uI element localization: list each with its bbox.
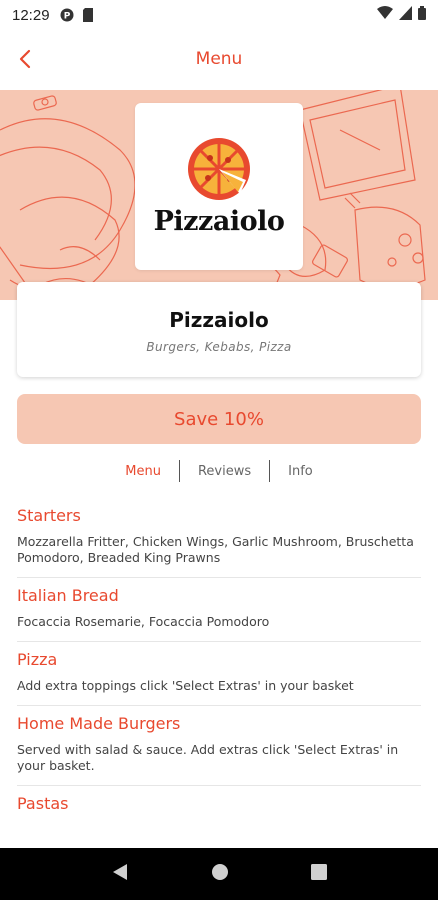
logo-wordmark: Pizzaiolo [153,206,285,237]
pizza-logo-icon [188,138,250,200]
tab-menu[interactable]: Menu [107,464,179,479]
category-title: Starters [17,506,81,525]
sd-card-icon [82,8,96,22]
back-button[interactable] [10,44,40,74]
menu-category-list: Starters Mozzarella Fritter, Chicken Win… [17,498,421,833]
app-header: Menu [0,38,438,80]
menu-category-pastas[interactable]: Pastas [17,786,421,833]
category-description: Mozzarella Fritter, Chicken Wings, Garli… [17,534,414,565]
category-title: Pizza [17,650,58,669]
wifi-icon [377,6,393,24]
battery-icon [418,6,426,24]
nav-home-icon[interactable] [211,863,229,885]
category-description: Add extra toppings click 'Select Extras'… [17,678,354,693]
status-bar: 12:29 P [0,0,438,30]
category-description: Served with salad & sauce. Add extras cl… [17,742,399,773]
tab-info[interactable]: Info [270,464,331,479]
menu-category-pizza[interactable]: Pizza Add extra toppings click 'Select E… [17,642,421,706]
status-time: 12:29 [12,6,50,24]
signal-icon [399,6,412,24]
save-discount-button[interactable]: Save 10% [17,394,421,444]
restaurant-name: Pizzaiolo [169,308,269,332]
nav-back-icon[interactable] [111,862,129,886]
tab-bar: Menu Reviews Info [0,459,438,483]
page-title: Menu [195,49,243,69]
app-notification-icon: P [60,8,74,22]
menu-category-italian-bread[interactable]: Italian Bread Focaccia Rosemarie, Focacc… [17,578,421,642]
category-description: Focaccia Rosemarie, Focaccia Pomodoro [17,614,270,629]
system-navigation-bar [0,848,438,900]
restaurant-logo: Pizzaiolo [135,103,303,270]
restaurant-info-card: Pizzaiolo Burgers, Kebabs, Pizza [17,282,421,377]
category-title: Home Made Burgers [17,714,181,733]
svg-text:P: P [63,12,70,22]
menu-category-home-made-burgers[interactable]: Home Made Burgers Served with salad & sa… [17,706,421,786]
tab-reviews[interactable]: Reviews [180,464,269,479]
category-title: Pastas [17,794,69,813]
menu-category-starters[interactable]: Starters Mozzarella Fritter, Chicken Win… [17,498,421,578]
category-title: Italian Bread [17,586,119,605]
nav-recents-icon[interactable] [311,864,327,884]
restaurant-cuisine: Burgers, Kebabs, Pizza [146,340,292,354]
chevron-left-icon [19,49,31,69]
